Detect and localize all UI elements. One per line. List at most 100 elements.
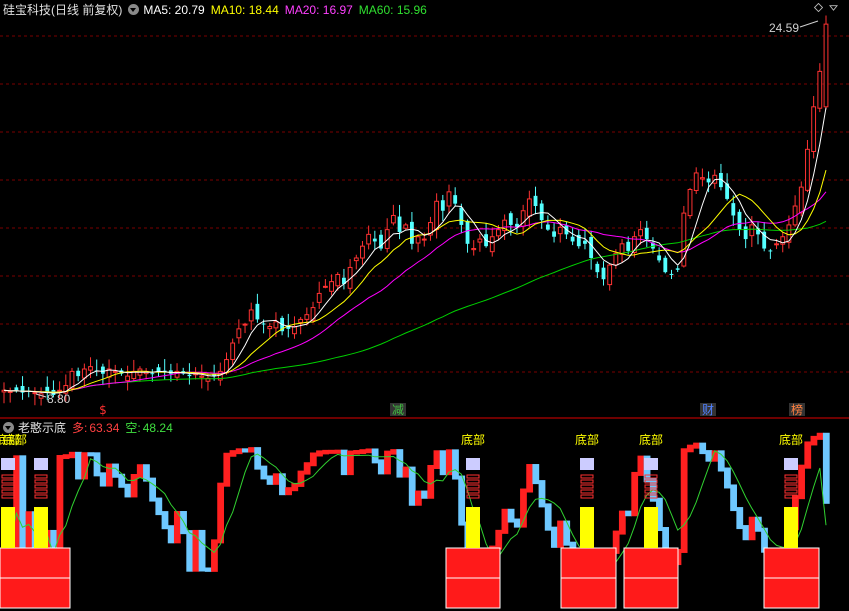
candle-body xyxy=(489,236,495,253)
signal-rungs xyxy=(466,479,480,484)
ma5-line xyxy=(3,107,827,394)
indicator-dropdown-icon[interactable] xyxy=(3,422,14,433)
candle-body xyxy=(526,198,532,217)
short-value: 48.24 xyxy=(142,421,173,435)
chart-canvas: 24.59 8.80 $ 减财榜 底部 底部 底部 底部 底部底部 xyxy=(0,15,849,609)
candle-body xyxy=(329,281,334,292)
indicator-step xyxy=(223,452,231,487)
signal-text: 底部 xyxy=(639,432,663,447)
collapse-icon[interactable] xyxy=(829,3,838,12)
signal-bar xyxy=(644,507,658,548)
candle-body xyxy=(403,224,409,229)
indicator-step xyxy=(359,449,367,455)
signal-rungs xyxy=(34,479,48,484)
indicator-step xyxy=(433,450,441,469)
candle-body xyxy=(397,216,402,233)
ma20-line xyxy=(3,191,827,393)
indicator-panel: 底部 底部 底部 底部 底部底部 xyxy=(0,432,830,609)
candle-body xyxy=(434,200,440,230)
event-label: 榜 xyxy=(791,402,803,417)
signal-rungs xyxy=(466,484,480,489)
signal-rungs xyxy=(580,474,594,479)
candle-body xyxy=(626,241,631,251)
indicator-step xyxy=(130,474,138,498)
stock-title[interactable]: 硅宝科技(日线 前复权) xyxy=(3,3,122,17)
indicator-step xyxy=(99,472,107,487)
indicator-step xyxy=(204,567,212,572)
candle-body xyxy=(699,177,705,180)
signal-top-square xyxy=(34,458,48,470)
indicator-step xyxy=(816,432,824,440)
signal-top-square xyxy=(644,458,658,470)
signal-top-square xyxy=(784,458,798,470)
candle-body xyxy=(88,366,93,371)
candle-body xyxy=(798,186,804,214)
indicator-step xyxy=(186,530,194,572)
candle-body xyxy=(465,220,470,244)
indicator-step xyxy=(124,483,132,498)
candle-body xyxy=(304,314,310,320)
indicator-step xyxy=(136,464,144,478)
candle-body xyxy=(459,207,464,225)
candle-body xyxy=(731,203,736,216)
indicator-step xyxy=(334,449,342,454)
signal-rungs xyxy=(784,489,798,494)
signal-rungs xyxy=(466,494,480,499)
indicator-step xyxy=(458,475,466,526)
indicator-step xyxy=(513,518,521,528)
candle-body xyxy=(570,236,575,242)
candle-body xyxy=(292,325,297,335)
candle-body xyxy=(817,70,823,109)
candle-body xyxy=(261,323,266,325)
moving-average-lines xyxy=(3,107,827,394)
indicator-step xyxy=(452,449,459,480)
indicator-step xyxy=(297,470,305,487)
main-chart-header: 硅宝科技(日线 前复权) MA5: 20.79 MA10: 18.44 MA20: 1… xyxy=(3,3,433,17)
dropdown-icon[interactable] xyxy=(128,4,140,15)
candle-body xyxy=(112,370,118,373)
indicator-step xyxy=(260,465,268,480)
signal-rungs xyxy=(1,494,15,499)
price-markers: 24.59 8.80 xyxy=(35,20,819,406)
indicator-step xyxy=(167,525,175,544)
ma10-value: MA10: 18.44 xyxy=(210,3,279,17)
low-price-label: 8.80 xyxy=(47,392,71,406)
high-price-arrow xyxy=(799,20,819,28)
signal-rungs xyxy=(580,489,594,494)
indicator-step xyxy=(248,447,255,453)
candle-body xyxy=(811,106,817,152)
indicator-step xyxy=(544,503,552,531)
indicator-step xyxy=(254,447,262,470)
signal-rungs xyxy=(1,479,15,484)
candle-body xyxy=(7,390,13,393)
candle-body xyxy=(415,236,421,244)
candle-body xyxy=(255,303,260,320)
ma5-value: MA5: 20.79 xyxy=(143,3,205,17)
candle-body xyxy=(453,195,458,204)
indicator-step xyxy=(347,450,354,476)
candle-body xyxy=(273,321,279,329)
indicator-step xyxy=(235,448,243,455)
indicator-step xyxy=(62,454,70,460)
indicator-name[interactable]: 老憨示底 xyxy=(18,421,66,435)
indicator-step xyxy=(241,448,249,453)
candle-body xyxy=(737,211,742,230)
candle-body xyxy=(589,237,594,258)
signal-rungs xyxy=(34,474,48,479)
indicator-step xyxy=(198,529,206,572)
candle-body xyxy=(471,248,477,251)
candle-body xyxy=(390,214,396,224)
indicator-step xyxy=(748,516,756,541)
indicator-step xyxy=(421,490,428,499)
diamond-icon[interactable] xyxy=(814,3,823,12)
indicator-step xyxy=(618,510,626,535)
candle-body xyxy=(663,257,668,273)
indicator-step xyxy=(353,450,360,455)
ma20-value: MA20: 16.97 xyxy=(284,3,353,17)
candle-body xyxy=(706,178,711,183)
indicator-step xyxy=(402,466,410,478)
short-label: 空: xyxy=(125,421,141,435)
indicator-step xyxy=(507,508,515,523)
candle-body xyxy=(687,188,693,217)
indicator-step xyxy=(75,451,82,480)
